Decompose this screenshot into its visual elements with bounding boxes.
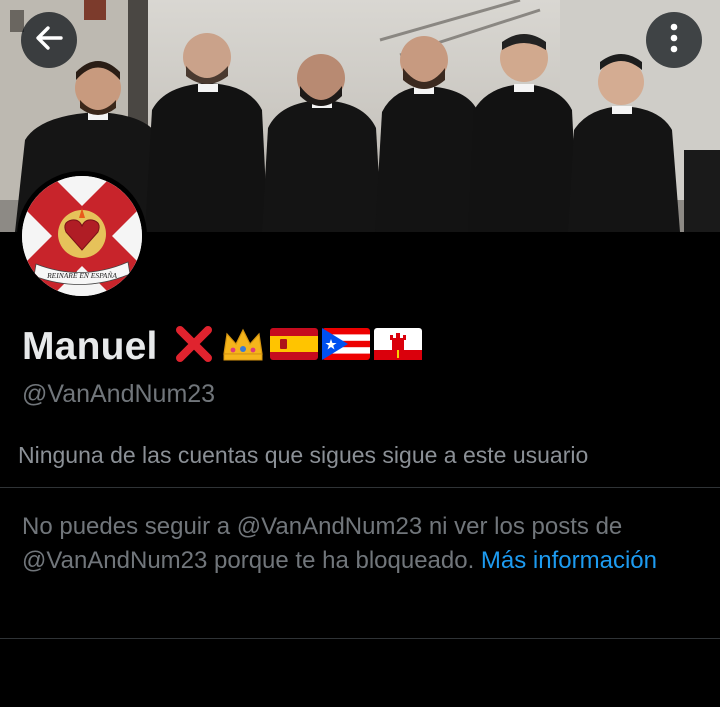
burgundy-cross-flag-image: REINARÉ EN ESPAÑA	[22, 176, 142, 296]
display-name: Manuel	[22, 324, 158, 368]
profile-avatar[interactable]: REINARÉ EN ESPAÑA	[17, 171, 147, 301]
person-2	[145, 33, 268, 232]
vertical-dots-icon	[669, 23, 679, 58]
gibraltar-flag-emoji	[373, 328, 422, 365]
followers-you-know-note: Ninguna de las cuentas que sigues sigue …	[18, 442, 589, 468]
profile-name-row: Manuel	[22, 322, 422, 371]
section-divider-bottom	[0, 638, 720, 639]
avatar-image: REINARÉ EN ESPAÑA	[22, 176, 142, 296]
puerto-rico-flag-emoji	[321, 328, 370, 365]
avatar-motto: REINARÉ EN ESPAÑA	[46, 270, 117, 280]
back-button[interactable]	[21, 12, 77, 68]
cross-mark-emoji	[172, 322, 216, 371]
more-options-button[interactable]	[646, 12, 702, 68]
person-3	[262, 54, 382, 232]
name-emojis	[172, 322, 422, 371]
person-4	[375, 36, 484, 232]
crown-emoji	[220, 324, 266, 369]
arrow-left-icon	[34, 23, 64, 58]
spain-flag-emoji	[269, 328, 318, 365]
profile-handle: @VanAndNum23	[22, 380, 216, 408]
blocked-message: No puedes seguir a @VanAndNum23 ni ver l…	[22, 510, 662, 578]
learn-more-link[interactable]: Más información	[481, 547, 657, 574]
section-divider-top	[0, 487, 720, 488]
